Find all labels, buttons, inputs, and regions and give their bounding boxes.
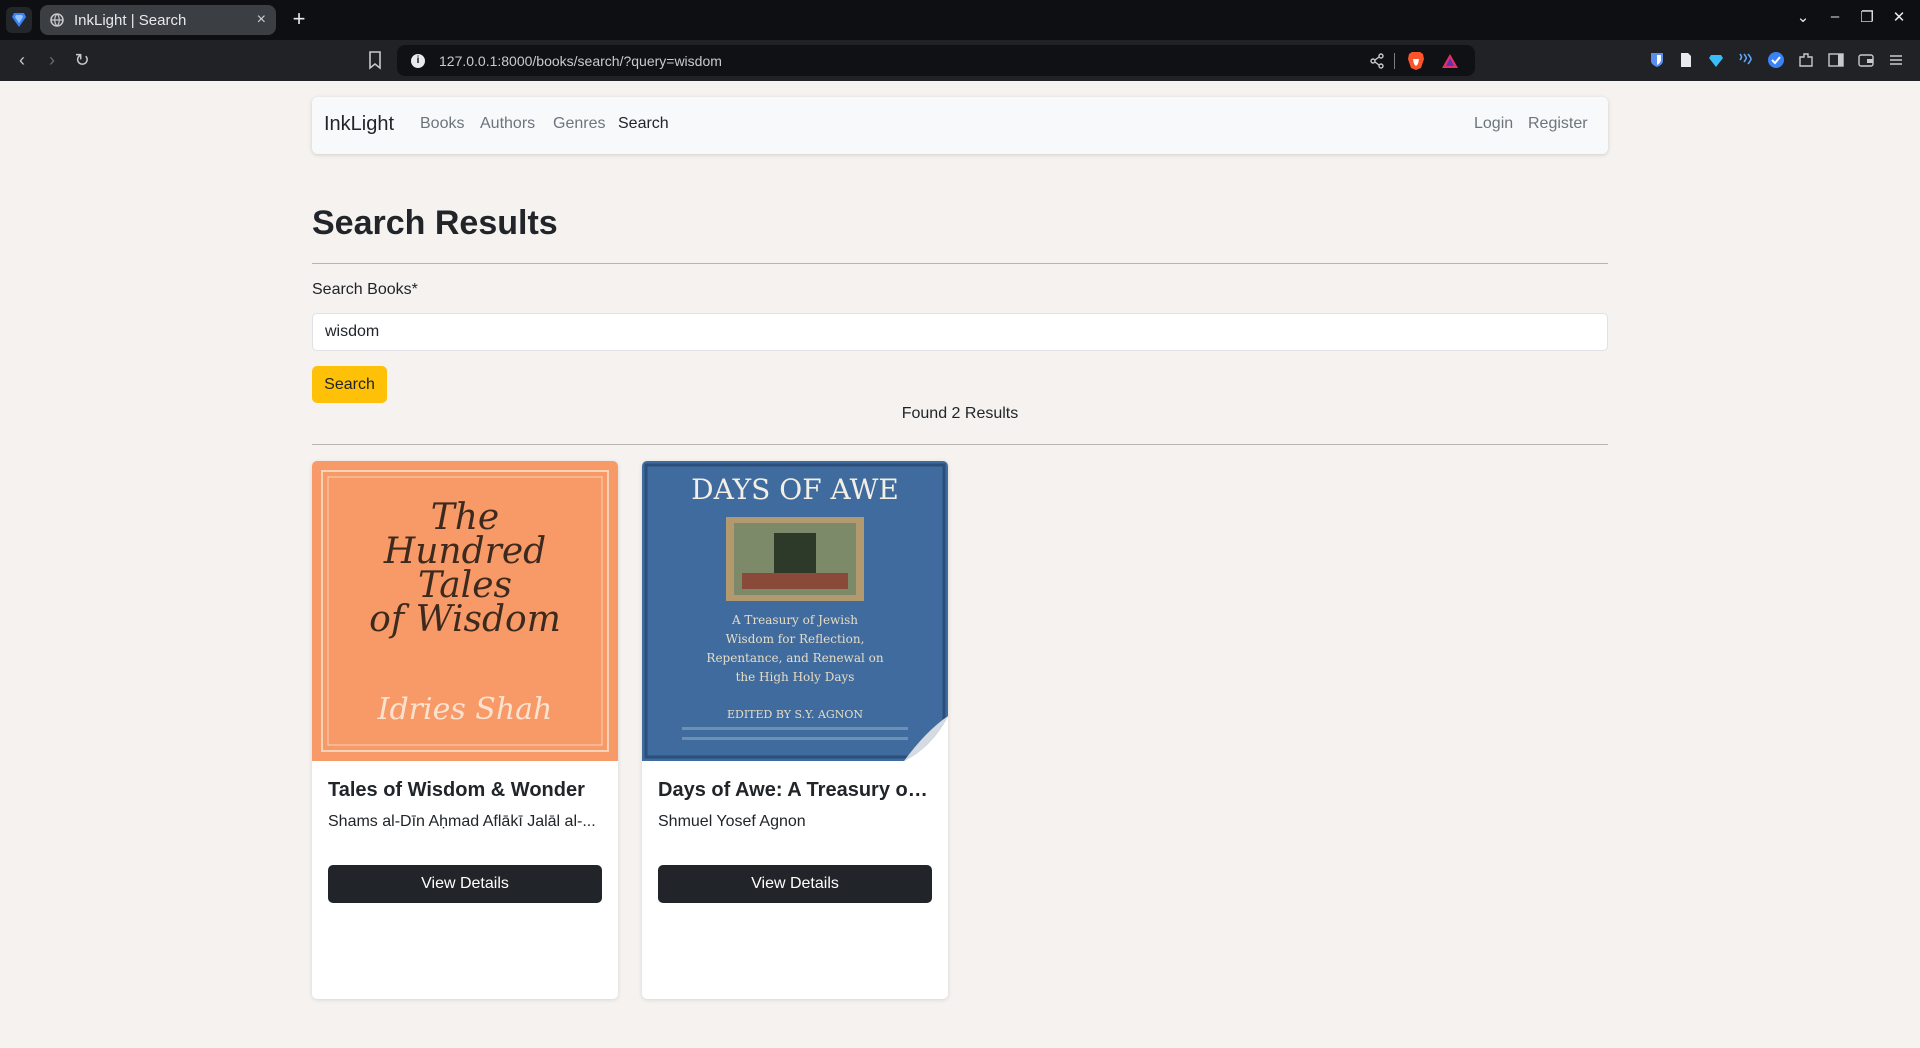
book-card: DAYS OF AWE A Treasury of Jewish Wisdom … [642, 461, 948, 999]
menu-icon[interactable] [1887, 51, 1905, 69]
bitwarden-icon[interactable] [1648, 51, 1666, 69]
brand-logo[interactable]: InkLight [324, 113, 394, 136]
cover-subtitle-line: the High Holy Days [736, 670, 855, 684]
cover-editor: EDITED BY S.Y. AGNON [727, 708, 863, 721]
bookmark-icon[interactable] [364, 49, 386, 71]
share-icon[interactable] [1368, 52, 1386, 70]
cover-subtitle-line: A Treasury of Jewish [731, 613, 858, 627]
new-tab-button[interactable]: + [287, 6, 311, 34]
view-details-button[interactable]: View Details [328, 865, 602, 903]
forward-icon[interactable]: › [40, 48, 64, 72]
page-content: InkLight Books Authors Genres Search Log… [0, 81, 1920, 1048]
sidebar-icon[interactable] [1827, 51, 1845, 69]
search-input[interactable]: wisdom [312, 313, 1608, 351]
nav-link-search[interactable]: Search [618, 115, 669, 133]
audio-extension-icon[interactable] [1737, 51, 1755, 69]
book-title[interactable]: Tales of Wisdom & Wonder [328, 779, 604, 802]
brave-menu-icon[interactable] [6, 7, 32, 33]
cover-title-line: of Wisdom [369, 599, 561, 640]
browser-tab[interactable]: InkLight | Search × [40, 5, 276, 35]
search-button[interactable]: Search [312, 366, 387, 403]
globe-icon [50, 13, 64, 27]
cover-author-line: Idries Shah [377, 692, 553, 727]
site-navbar: InkLight Books Authors Genres Search Log… [312, 97, 1608, 154]
reload-icon[interactable]: ↻ [70, 48, 94, 72]
divider [1394, 52, 1395, 69]
tab-title: InkLight | Search [74, 11, 187, 29]
nav-link-books[interactable]: Books [420, 115, 464, 133]
search-label: Search Books* [312, 281, 418, 298]
minimize-icon[interactable]: – [1824, 8, 1846, 25]
address-bar[interactable]: i 127.0.0.1:8000/books/search/?query=wis… [397, 45, 1475, 76]
nav-link-authors[interactable]: Authors [480, 115, 535, 133]
cover-heading: DAYS OF AWE [691, 473, 899, 506]
close-window-icon[interactable]: ✕ [1888, 8, 1910, 26]
title-divider [312, 263, 1608, 264]
cover-subtitle-line: Wisdom for Reflection, [726, 632, 865, 646]
book-author: Shams al-Dīn Aḥmad Aflākī Jalāl al-... [328, 813, 596, 830]
cover-subtitle-line: Repentance, and Renewal on [706, 651, 883, 665]
book-card: The Hundred Tales of Wisdom Idries Shah … [312, 461, 618, 999]
book-author: Shmuel Yosef Agnon [658, 813, 806, 830]
view-details-button[interactable]: View Details [658, 865, 932, 903]
page-title: Search Results [312, 204, 558, 242]
url-text[interactable]: 127.0.0.1:8000/books/search/?query=wisdo… [439, 53, 1368, 69]
wallet-icon[interactable] [1857, 51, 1875, 69]
browser-toolbar: ‹ › ↻ i 127.0.0.1:8000/books/search/?que… [0, 40, 1920, 81]
book-cover-image[interactable]: The Hundred Tales of Wisdom Idries Shah [312, 461, 618, 761]
results-count: Found 2 Results [901, 405, 1019, 422]
site-info-icon[interactable]: i [411, 53, 425, 68]
tab-close-icon[interactable]: × [257, 11, 266, 29]
check-extension-icon[interactable] [1767, 51, 1785, 69]
tab-list-chevron-icon[interactable]: ⌄ [1792, 8, 1814, 26]
login-link[interactable]: Login [1474, 115, 1513, 133]
gem-extension-icon[interactable] [1707, 51, 1725, 69]
document-extension-icon[interactable] [1677, 51, 1695, 69]
extensions-puzzle-icon[interactable] [1797, 51, 1815, 69]
maximize-icon[interactable]: ❐ [1856, 8, 1878, 26]
nav-link-genres[interactable]: Genres [553, 115, 605, 133]
brave-shields-icon[interactable] [1407, 51, 1425, 71]
browser-tab-bar: InkLight | Search × + ⌄ – ❐ ✕ [0, 0, 1920, 40]
back-icon[interactable]: ‹ [10, 48, 34, 72]
book-cover-image[interactable]: DAYS OF AWE A Treasury of Jewish Wisdom … [642, 461, 948, 761]
book-title[interactable]: Days of Awe: A Treasury of Je... [658, 779, 934, 802]
results-divider [312, 444, 1608, 445]
register-link[interactable]: Register [1528, 115, 1588, 133]
brave-rewards-icon[interactable] [1441, 52, 1459, 70]
